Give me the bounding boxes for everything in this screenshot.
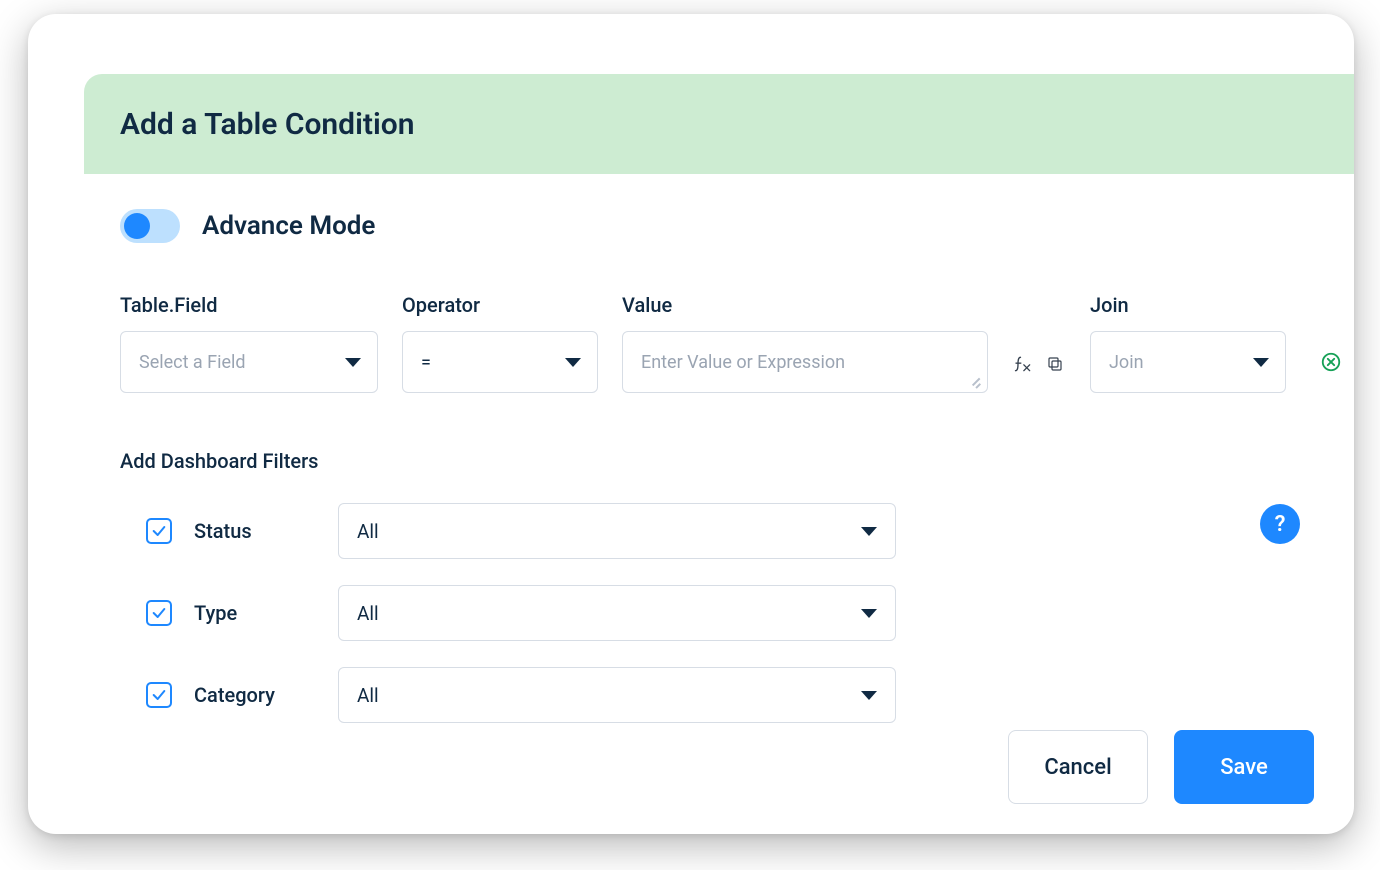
chevron-down-icon [565, 358, 581, 367]
advance-mode-row: Advance Mode [120, 209, 1314, 243]
field-column: Table.Field Select a Field [120, 293, 378, 393]
chevron-down-icon [861, 609, 877, 618]
filters-title: Add Dashboard Filters [120, 449, 1314, 473]
dialog-header: Add a Table Condition [84, 74, 1354, 174]
chevron-down-icon [345, 358, 361, 367]
check-icon [151, 687, 167, 703]
operator-column: Operator = [402, 293, 598, 393]
value-input[interactable]: Enter Value or Expression [622, 331, 988, 393]
operator-select[interactable]: = [402, 331, 598, 393]
filter-row-type: Type All [146, 585, 1314, 641]
remove-condition-icon[interactable] [1320, 351, 1342, 373]
join-column: Join Join [1090, 293, 1286, 393]
value-icon-buttons [1012, 353, 1066, 393]
filter-value: All [357, 520, 379, 543]
join-label: Join [1090, 293, 1286, 317]
chevron-down-icon [861, 691, 877, 700]
dialog-content: Advance Mode Table.Field Select a Field … [120, 209, 1314, 723]
advance-mode-label: Advance Mode [202, 211, 375, 241]
filter-value: All [357, 602, 379, 625]
field-placeholder: Select a Field [139, 352, 246, 373]
copy-icon[interactable] [1044, 353, 1066, 375]
resize-grip-icon [967, 372, 981, 386]
filter-row-category: Category All [146, 667, 1314, 723]
filter-checkbox[interactable] [146, 518, 172, 544]
filter-checkbox[interactable] [146, 600, 172, 626]
filter-select[interactable]: All [338, 667, 896, 723]
chevron-down-icon [861, 527, 877, 536]
value-placeholder: Enter Value or Expression [641, 352, 845, 373]
dialog-card: Add a Table Condition Advance Mode Table… [28, 14, 1354, 834]
help-button[interactable]: ? [1260, 504, 1300, 544]
filter-value: All [357, 684, 379, 707]
condition-row: Table.Field Select a Field Operator = Va… [120, 293, 1314, 393]
operator-label: Operator [402, 293, 598, 317]
help-icon: ? [1275, 512, 1286, 537]
filter-checkbox[interactable] [146, 682, 172, 708]
cancel-button[interactable]: Cancel [1008, 730, 1148, 804]
check-icon [151, 523, 167, 539]
save-button[interactable]: Save [1174, 730, 1314, 804]
dialog-footer: Cancel Save [1008, 730, 1314, 804]
cancel-label: Cancel [1044, 755, 1111, 780]
filter-label: Status [194, 519, 316, 543]
value-column: Value Enter Value or Expression [622, 293, 988, 393]
chevron-down-icon [1253, 358, 1269, 367]
filter-label: Type [194, 601, 316, 625]
toggle-knob [124, 213, 150, 239]
filters-list: Status All Type All [120, 503, 1314, 723]
dialog-title: Add a Table Condition [120, 107, 414, 142]
filter-select[interactable]: All [338, 503, 896, 559]
field-select[interactable]: Select a Field [120, 331, 378, 393]
filter-select[interactable]: All [338, 585, 896, 641]
filter-label: Category [194, 683, 316, 707]
field-label: Table.Field [120, 293, 378, 317]
operator-value: = [421, 352, 431, 373]
join-placeholder: Join [1109, 352, 1144, 373]
advance-mode-toggle[interactable] [120, 209, 180, 243]
remove-condition-wrap [1310, 331, 1342, 393]
join-select[interactable]: Join [1090, 331, 1286, 393]
fx-icon[interactable] [1012, 353, 1034, 375]
value-label: Value [622, 293, 988, 317]
filter-row-status: Status All [146, 503, 1314, 559]
check-icon [151, 605, 167, 621]
save-label: Save [1220, 755, 1268, 780]
